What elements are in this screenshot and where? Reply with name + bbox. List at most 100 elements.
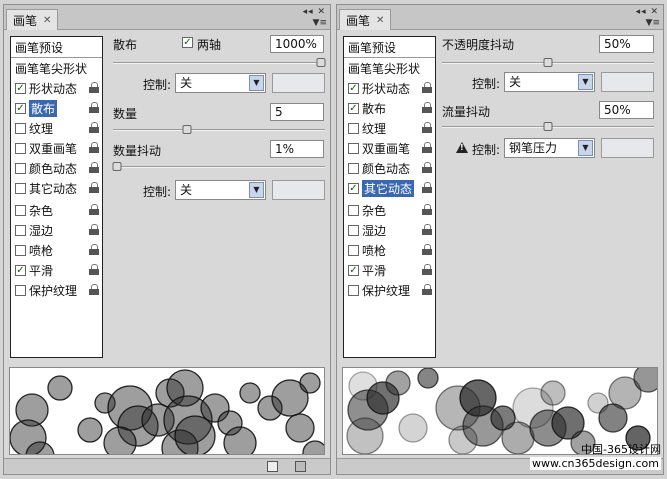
count-control-select[interactable]: 关 ▼ bbox=[175, 180, 266, 200]
flow-jitter-value-field[interactable]: 50% bbox=[599, 101, 654, 119]
list-item[interactable]: 双重画笔 bbox=[344, 138, 435, 158]
control-select[interactable]: 关 ▼ bbox=[175, 73, 266, 93]
count-value-field[interactable]: 5 bbox=[270, 103, 324, 121]
lock-icon[interactable] bbox=[89, 224, 99, 235]
list-item[interactable]: 其它动态 bbox=[11, 178, 102, 198]
option-checkbox[interactable]: ✓ bbox=[348, 82, 359, 94]
lock-icon[interactable] bbox=[89, 162, 99, 173]
new-brush-icon[interactable] bbox=[267, 461, 278, 472]
option-checkbox[interactable] bbox=[348, 224, 359, 236]
lock-icon[interactable] bbox=[89, 82, 99, 93]
option-checkbox[interactable] bbox=[348, 284, 359, 296]
lock-icon[interactable] bbox=[89, 182, 99, 193]
list-item[interactable]: 保护纹理 bbox=[344, 280, 435, 300]
list-item[interactable]: 颜色动态 bbox=[11, 158, 102, 178]
panel-menu-icon[interactable]: ▼≡ bbox=[313, 18, 327, 28]
option-checkbox[interactable] bbox=[348, 122, 359, 134]
option-checkbox[interactable] bbox=[15, 182, 26, 194]
list-item[interactable]: ✓ 散布 bbox=[11, 98, 102, 118]
option-checkbox[interactable] bbox=[15, 162, 26, 174]
scatter-slider[interactable] bbox=[113, 58, 326, 67]
list-item[interactable]: 湿边 bbox=[11, 220, 102, 240]
list-item[interactable]: 喷枪 bbox=[344, 240, 435, 260]
opacity-jitter-slider-thumb[interactable] bbox=[543, 58, 553, 67]
trash-icon[interactable] bbox=[295, 461, 306, 472]
brush-tip-shape-item[interactable]: 画笔笔尖形状 bbox=[11, 58, 102, 78]
list-item[interactable]: ✓ 形状动态 bbox=[11, 78, 102, 98]
opacity-jitter-slider[interactable] bbox=[442, 58, 654, 67]
lock-icon[interactable] bbox=[89, 122, 99, 133]
option-checkbox[interactable] bbox=[348, 204, 359, 216]
lock-icon[interactable] bbox=[89, 244, 99, 255]
lock-icon[interactable] bbox=[422, 244, 432, 255]
option-checkbox[interactable] bbox=[15, 204, 26, 216]
lock-icon[interactable] bbox=[89, 264, 99, 275]
collapse-close-buttons[interactable]: ◂◂ ✕ bbox=[303, 7, 326, 17]
tab-brushes[interactable]: 画笔 ✕ bbox=[6, 9, 59, 30]
option-checkbox[interactable]: ✓ bbox=[348, 102, 359, 114]
option-checkbox[interactable]: ✓ bbox=[15, 264, 26, 276]
option-checkbox[interactable] bbox=[15, 122, 26, 134]
option-checkbox[interactable]: ✓ bbox=[15, 82, 26, 94]
scatter-value-field[interactable]: 1000% bbox=[270, 35, 324, 53]
count-jitter-slider-thumb[interactable] bbox=[112, 162, 122, 171]
lock-icon[interactable] bbox=[89, 204, 99, 215]
option-checkbox[interactable] bbox=[348, 162, 359, 174]
list-item[interactable]: ✓ 散布 bbox=[344, 98, 435, 118]
tab-brushes[interactable]: 画笔 ✕ bbox=[339, 9, 392, 30]
close-icon[interactable]: ✕ bbox=[43, 15, 51, 26]
list-item[interactable]: 双重画笔 bbox=[11, 138, 102, 158]
count-jitter-slider[interactable] bbox=[112, 162, 325, 171]
option-checkbox[interactable]: ✓ bbox=[348, 264, 359, 276]
option-checkbox[interactable]: ✓ bbox=[348, 182, 359, 194]
count-slider[interactable] bbox=[113, 125, 325, 134]
lock-icon[interactable] bbox=[422, 162, 432, 173]
panel-menu-icon[interactable]: ▼≡ bbox=[646, 18, 660, 28]
option-checkbox[interactable] bbox=[348, 244, 359, 256]
lock-icon[interactable] bbox=[422, 102, 432, 113]
option-checkbox[interactable] bbox=[15, 284, 26, 296]
flow-jitter-slider[interactable] bbox=[442, 122, 654, 131]
lock-icon[interactable] bbox=[422, 204, 432, 215]
list-item[interactable]: 颜色动态 bbox=[344, 158, 435, 178]
option-checkbox[interactable]: ✓ bbox=[15, 102, 26, 114]
list-item[interactable]: ✓ 其它动态 bbox=[344, 178, 435, 198]
brush-presets-button[interactable]: 画笔预设 bbox=[11, 37, 102, 58]
count-jitter-value-field[interactable]: 1% bbox=[270, 140, 324, 158]
lock-icon[interactable] bbox=[422, 224, 432, 235]
list-item[interactable]: 湿边 bbox=[344, 220, 435, 240]
lock-icon[interactable] bbox=[422, 82, 432, 93]
close-icon[interactable]: ✕ bbox=[376, 15, 384, 26]
list-item[interactable]: ✓ 形状动态 bbox=[344, 78, 435, 98]
list-item[interactable]: ✓ 平滑 bbox=[344, 260, 435, 280]
flow-jitter-slider-thumb[interactable] bbox=[543, 122, 553, 131]
list-item[interactable]: 喷枪 bbox=[11, 240, 102, 260]
list-item[interactable]: ✓ 平滑 bbox=[11, 260, 102, 280]
scatter-slider-thumb[interactable] bbox=[316, 58, 326, 67]
list-item[interactable]: 保护纹理 bbox=[11, 280, 102, 300]
count-slider-thumb[interactable] bbox=[182, 125, 192, 134]
opacity-jitter-value-field[interactable]: 50% bbox=[599, 35, 654, 53]
opacity-control-select[interactable]: 关 ▼ bbox=[504, 72, 595, 92]
both-axes-checkbox[interactable]: ✓ bbox=[182, 37, 193, 48]
option-checkbox[interactable] bbox=[15, 142, 26, 154]
lock-icon[interactable] bbox=[89, 142, 99, 153]
list-item[interactable]: 纹理 bbox=[11, 118, 102, 138]
lock-icon[interactable] bbox=[422, 122, 432, 133]
flow-control-select[interactable]: 钢笔压力 ▼ bbox=[504, 138, 595, 158]
lock-icon[interactable] bbox=[422, 142, 432, 153]
list-item[interactable]: 杂色 bbox=[11, 200, 102, 220]
lock-icon[interactable] bbox=[89, 284, 99, 295]
option-checkbox[interactable] bbox=[15, 244, 26, 256]
list-item[interactable]: 纹理 bbox=[344, 118, 435, 138]
lock-icon[interactable] bbox=[422, 264, 432, 275]
brush-tip-shape-item[interactable]: 画笔笔尖形状 bbox=[344, 58, 435, 78]
lock-icon[interactable] bbox=[89, 102, 99, 113]
brush-presets-button[interactable]: 画笔预设 bbox=[344, 37, 435, 58]
collapse-close-buttons[interactable]: ◂◂ ✕ bbox=[636, 7, 659, 17]
option-checkbox[interactable] bbox=[348, 142, 359, 154]
list-item[interactable]: 杂色 bbox=[344, 200, 435, 220]
option-checkbox[interactable] bbox=[15, 224, 26, 236]
lock-icon[interactable] bbox=[422, 284, 432, 295]
lock-icon[interactable] bbox=[422, 182, 432, 193]
